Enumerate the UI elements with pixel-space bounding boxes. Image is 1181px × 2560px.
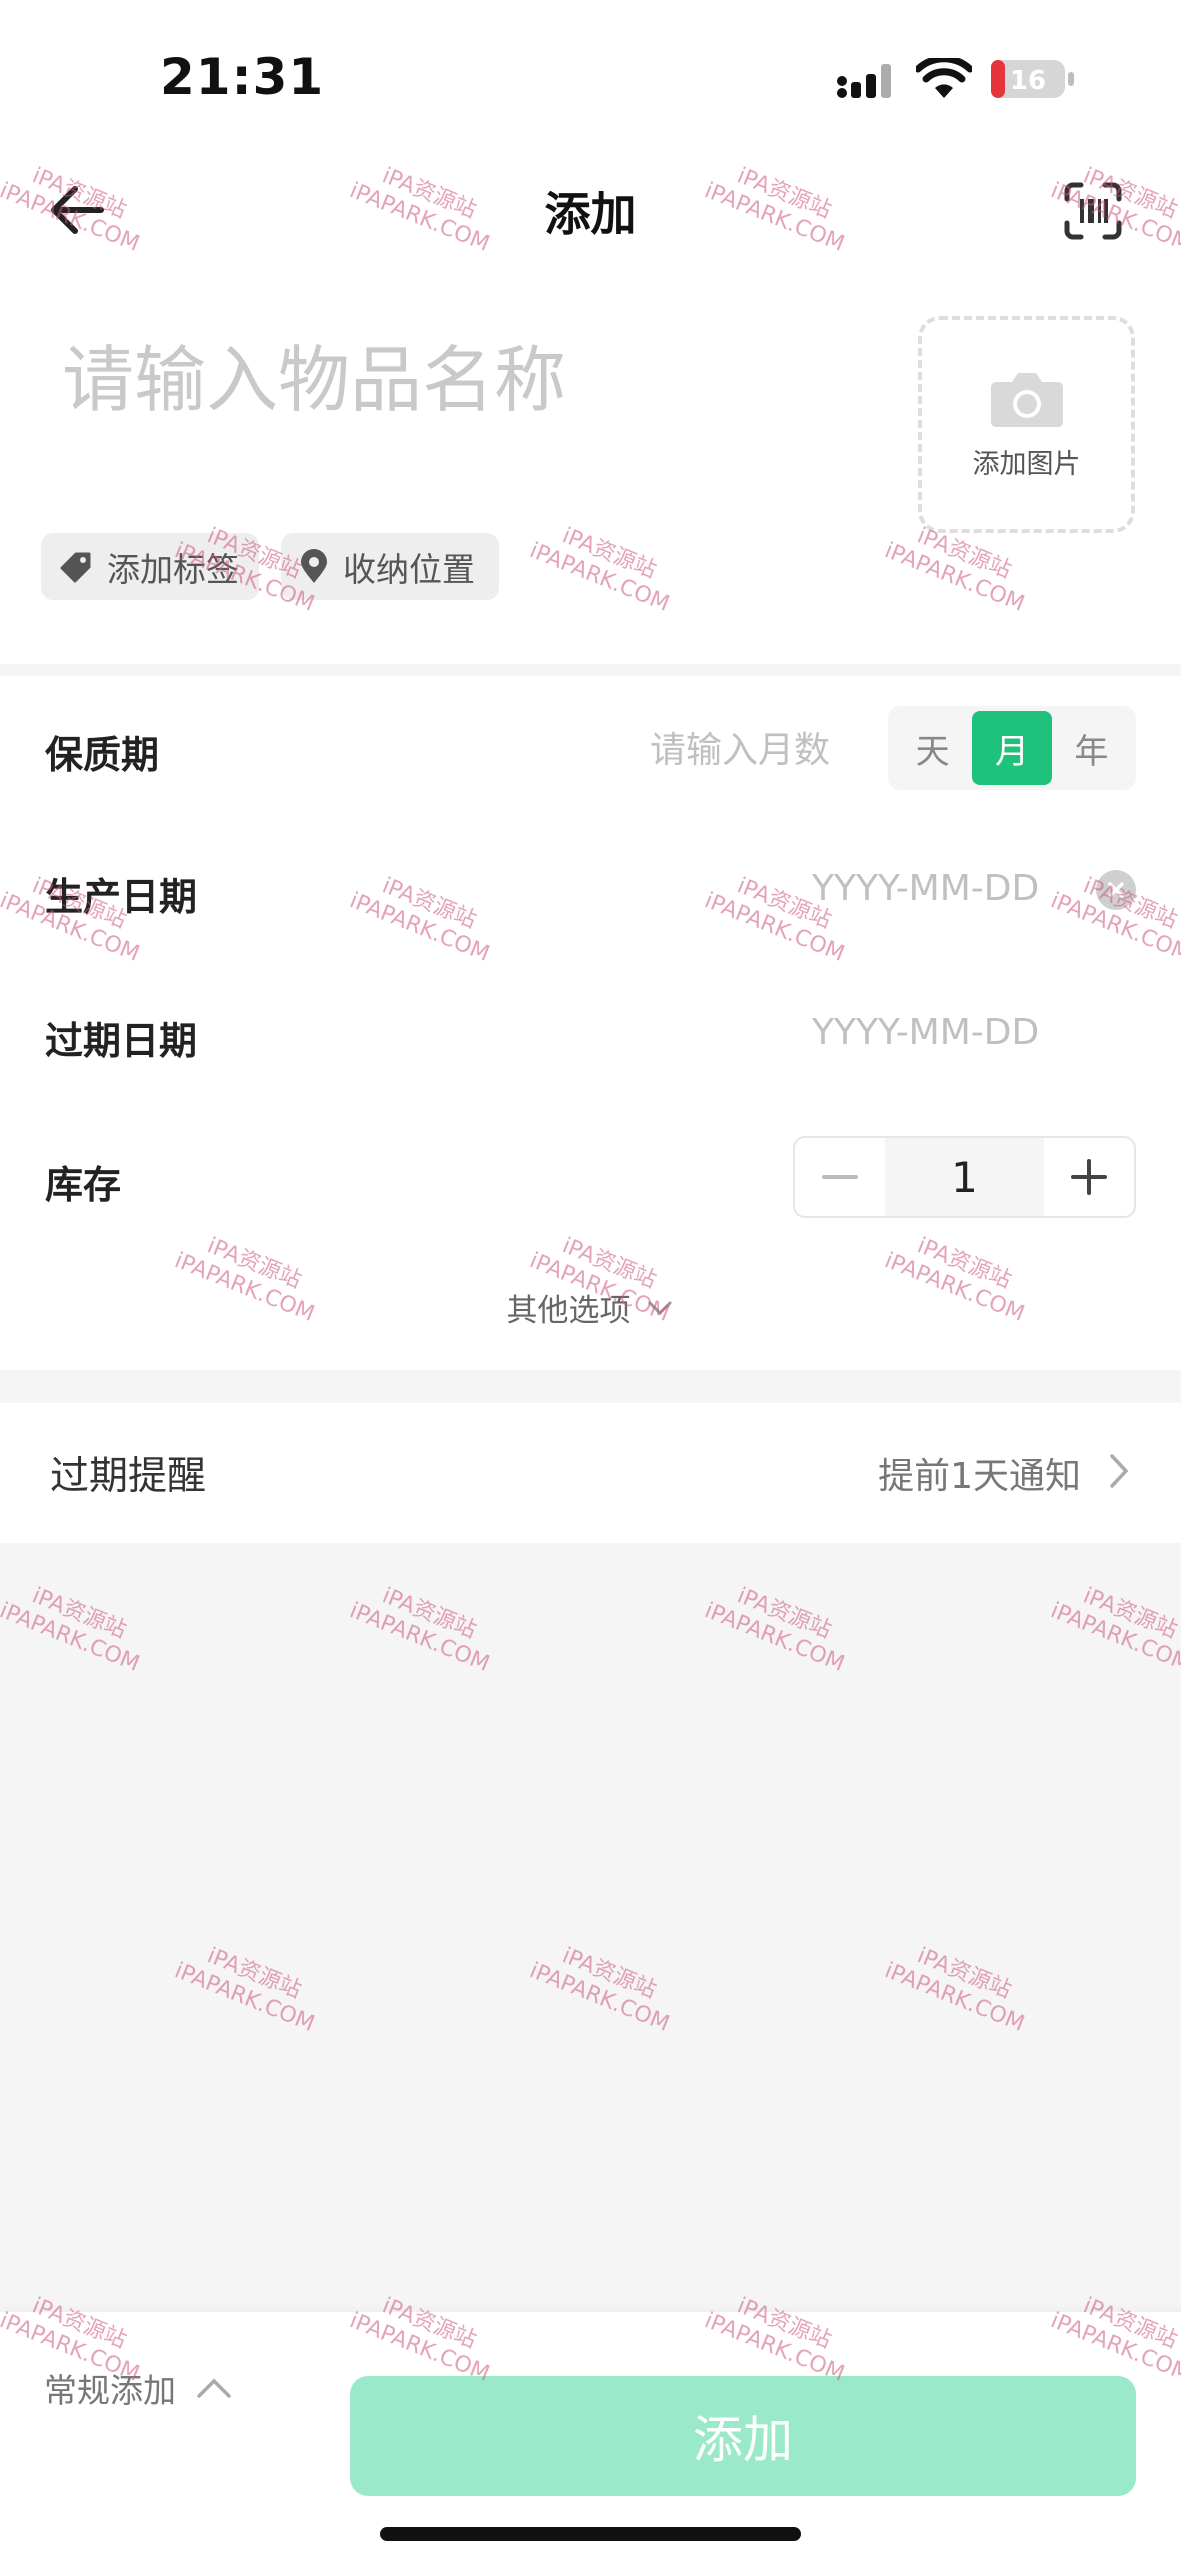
camera-icon xyxy=(990,373,1063,427)
section-divider xyxy=(0,1370,1181,1403)
expiry-reminder-label: 过期提醒 xyxy=(50,1454,207,1499)
tag-icon xyxy=(60,552,91,582)
wifi-icon xyxy=(916,58,972,98)
close-icon xyxy=(1108,882,1124,898)
cellular-signal-icon xyxy=(837,64,891,98)
add-tag-label: 添加标签 xyxy=(107,549,239,589)
expiry-reminder-row[interactable]: 过期提醒 提前1天通知 xyxy=(0,1403,1181,1543)
expiry-date-label: 过期日期 xyxy=(45,1019,198,1063)
unit-month[interactable]: 月 xyxy=(972,711,1052,785)
stock-value[interactable]: 1 xyxy=(885,1138,1044,1216)
more-options-toggle[interactable]: 其他选项 xyxy=(0,1285,1181,1330)
add-image-label: 添加图片 xyxy=(972,449,1081,480)
watermark: iPA资源站 iPAPARK.COM xyxy=(346,864,503,968)
watermark-line-1: iPA资源站 xyxy=(378,873,480,934)
watermark-line-2: iPAPARK.COM xyxy=(526,538,673,617)
watermark-line-2: iPAPARK.COM xyxy=(346,888,493,967)
battery-icon: 16 xyxy=(990,58,1076,100)
watermark-line-2: iPAPARK.COM xyxy=(881,538,1028,617)
shelf-life-label: 保质期 xyxy=(45,733,160,777)
unit-year[interactable]: 年 xyxy=(1052,711,1131,785)
status-time: 21:31 xyxy=(160,48,325,106)
page-title: 添加 xyxy=(544,187,637,241)
barcode-scan-button[interactable] xyxy=(1058,176,1128,246)
expiry-reminder-value: 提前1天通知 xyxy=(878,1456,1081,1497)
item-name-input[interactable] xyxy=(62,325,882,435)
stock-decrement-button[interactable] xyxy=(795,1138,885,1216)
watermark-line-1: iPA资源站 xyxy=(558,523,660,584)
chevron-up-icon xyxy=(197,2378,231,2398)
back-button[interactable] xyxy=(42,175,112,245)
location-pin-icon xyxy=(301,548,327,583)
watermark: iPA资源站 iPAPARK.COM xyxy=(526,514,683,618)
storage-location-label: 收纳位置 xyxy=(343,549,475,589)
storage-location-chip[interactable]: 收纳位置 xyxy=(281,533,499,600)
empty-content-area xyxy=(0,1543,1181,2312)
add-mode-toggle[interactable]: 常规添加 xyxy=(44,2358,234,2418)
section-divider xyxy=(0,664,1181,676)
add-submit-button[interactable]: 添加 xyxy=(350,2376,1136,2496)
arrow-left-icon xyxy=(51,186,104,234)
add-image-button[interactable]: 添加图片 xyxy=(918,316,1135,533)
chevron-right-icon xyxy=(1110,1454,1129,1488)
shelf-life-unit-selector[interactable]: 天 月 年 xyxy=(888,706,1136,790)
production-date-field[interactable]: YYYY-MM-DD xyxy=(812,868,1039,909)
add-mode-label: 常规添加 xyxy=(44,2371,176,2410)
chevron-down-icon xyxy=(648,1301,671,1315)
plus-icon xyxy=(1071,1159,1107,1195)
barcode-scan-icon xyxy=(1064,182,1122,240)
unit-day[interactable]: 天 xyxy=(893,711,972,785)
stock-stepper: 1 xyxy=(793,1136,1136,1218)
more-options-label: 其他选项 xyxy=(506,1293,631,1329)
home-indicator xyxy=(380,2527,801,2541)
add-tag-chip[interactable]: 添加标签 xyxy=(41,533,259,600)
minus-icon xyxy=(822,1175,858,1179)
battery-level: 16 xyxy=(1010,66,1046,96)
production-date-label: 生产日期 xyxy=(45,875,198,919)
stock-label: 库存 xyxy=(45,1163,122,1207)
clear-production-date-button[interactable] xyxy=(1096,870,1136,910)
stock-increment-button[interactable] xyxy=(1044,1138,1134,1216)
shelf-life-input[interactable] xyxy=(600,722,830,778)
expiry-date-field[interactable]: YYYY-MM-DD xyxy=(812,1012,1039,1053)
